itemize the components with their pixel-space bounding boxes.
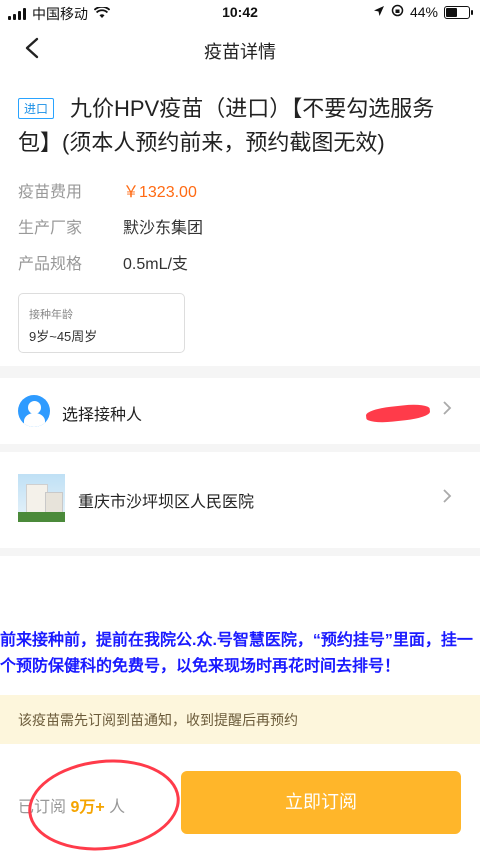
location-icon xyxy=(373,4,385,20)
nav-bar: 疫苗详情 xyxy=(0,26,480,74)
fee-value: ￥1323.00 xyxy=(123,184,197,201)
status-bar: 中国移动 10:42 44% xyxy=(0,0,480,26)
age-range-box: 接种年龄 9岁~45周岁 xyxy=(18,293,185,353)
chevron-right-icon xyxy=(442,488,452,509)
vaccine-name: 九价HPV疫苗（进口）【不要勾选服务包】(须本人预约前来，预约截图无效) xyxy=(18,96,435,155)
bottom-bar: 已订阅 9万+ 人 立即订阅 xyxy=(0,744,480,853)
chevron-right-icon xyxy=(442,400,452,421)
person-icon xyxy=(18,395,50,427)
maker-label: 生产厂家 xyxy=(18,220,83,237)
battery-icon xyxy=(444,5,473,19)
annotation-circle xyxy=(23,752,185,853)
hospital-name: 重庆市沙坪坝区人民医院 xyxy=(78,494,255,511)
select-recipient-row[interactable]: 选择接种人 xyxy=(0,378,480,444)
spec-value: 0.5mL/支 xyxy=(123,256,188,273)
import-badge: 进口 xyxy=(18,98,55,119)
status-right: 44% xyxy=(373,4,473,20)
subscription-tip: 该疫苗需先订阅到苗通知，收到提醒后再预约 xyxy=(0,695,480,744)
maker-value: 默沙东集团 xyxy=(123,220,204,237)
lock-rotation-icon xyxy=(391,4,404,20)
hospital-row[interactable]: 重庆市沙坪坝区人民医院 xyxy=(0,452,480,548)
age-label: 接种年龄 xyxy=(29,309,73,321)
fee-label: 疫苗费用 xyxy=(18,184,83,201)
redaction-mark xyxy=(365,402,431,425)
hospital-photo xyxy=(18,474,65,522)
vaccine-info-card: 九价HPV疫苗（进口）【不要勾选服务包】(须本人预约前来，预约截图无效) 进口 … xyxy=(0,74,480,366)
select-recipient-label: 选择接种人 xyxy=(62,407,143,424)
spec-label: 产品规格 xyxy=(18,256,83,273)
battery-percent: 44% xyxy=(409,4,438,20)
age-value: 9岁~45周岁 xyxy=(29,329,98,344)
subscribe-button[interactable]: 立即订阅 xyxy=(181,771,461,834)
notice-text: 前来接种前，提前在我院公.众.号智慧医院，“预约挂号”里面，挂一个预防保健科的免… xyxy=(0,628,480,680)
page-title: 疫苗详情 xyxy=(204,42,276,62)
